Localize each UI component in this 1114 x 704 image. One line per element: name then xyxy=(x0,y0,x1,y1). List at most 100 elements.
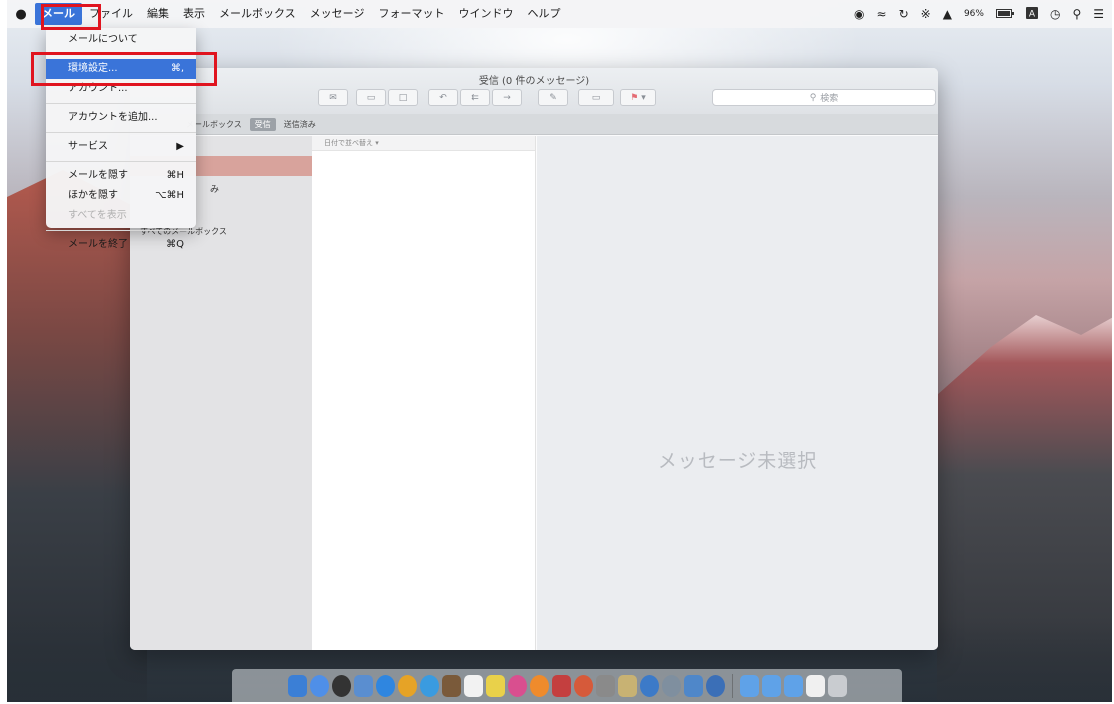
reply-button[interactable]: ↶ xyxy=(428,89,458,106)
sort-label: 日付で並べ替え xyxy=(324,139,373,147)
menu-window[interactable]: ウインドウ xyxy=(451,3,520,25)
mission-control-icon[interactable] xyxy=(353,674,373,697)
menu-message[interactable]: メッセージ xyxy=(303,3,372,25)
downloads-folder-icon[interactable] xyxy=(783,674,803,697)
menu-edit[interactable]: 編集 xyxy=(140,3,176,25)
move-button[interactable]: ▭ xyxy=(578,89,614,106)
calendar-icon[interactable] xyxy=(463,674,483,697)
itunes-icon[interactable] xyxy=(507,674,527,697)
dashboard-icon[interactable] xyxy=(331,674,351,697)
documents-folder-icon[interactable] xyxy=(761,674,781,697)
time-machine-icon[interactable]: ↻ xyxy=(899,7,909,21)
volume-icon[interactable]: ▲ xyxy=(943,7,952,21)
flag-button[interactable]: ⚑ ▾ xyxy=(620,89,656,106)
chevron-down-icon: ▾ xyxy=(641,92,646,103)
trash-icon[interactable] xyxy=(827,674,847,697)
reply-all-icon: ⇇ xyxy=(471,92,479,103)
menu-item-label: サービス xyxy=(68,141,108,152)
system-preferences-icon[interactable] xyxy=(661,674,681,697)
menu-item-quit-mail[interactable]: メールを終了 ⌘Q xyxy=(46,235,196,255)
menu-mailbox[interactable]: メールボックス xyxy=(212,3,303,25)
input-source-icon[interactable]: A xyxy=(1025,6,1038,22)
message-list[interactable]: 日付で並べ替え ▾ xyxy=(312,136,536,650)
preview-icon[interactable] xyxy=(683,674,703,697)
menu-item-label: ほかを隠す xyxy=(68,190,118,201)
menu-item-shortcut: ⌘Q xyxy=(166,239,184,250)
notification-center-icon[interactable]: ☰ xyxy=(1093,7,1104,21)
spotlight-icon[interactable]: ⚲ xyxy=(1072,7,1081,21)
no-message-selected: メッセージ未選択 xyxy=(657,450,818,472)
compose-icon: ✎ xyxy=(549,92,557,103)
menu-separator xyxy=(46,103,196,104)
firefox-icon[interactable] xyxy=(573,674,593,697)
trash-icon: ▭ xyxy=(366,92,376,103)
menu-separator xyxy=(46,132,196,133)
status-area: ◉ ≈ ↻ ※ ▲ 96% A ◷ ⚲ ☰ xyxy=(854,0,1104,28)
mail-window: 受信 (0 件のメッセージ) ✉ ▭ □ ↶ ⇇ → ✎ ▭ ⚑ ▾ ⚲ 検索 メ… xyxy=(130,68,938,650)
record-icon[interactable]: ◉ xyxy=(854,7,864,21)
menu-help[interactable]: ヘルプ xyxy=(520,3,567,25)
junk-icon: □ xyxy=(398,92,408,103)
time-machine-dock-icon[interactable] xyxy=(639,674,659,697)
menu-item-shortcut: ⌘H xyxy=(166,170,184,181)
chevron-down-icon: ▾ xyxy=(375,139,379,147)
notes-icon[interactable] xyxy=(485,674,505,697)
menu-item-hide-mail[interactable]: メールを隠す ⌘H xyxy=(46,166,196,186)
launchpad-icon[interactable] xyxy=(309,674,329,697)
menu-format[interactable]: フォーマット xyxy=(371,3,451,25)
compose-button[interactable]: ✎ xyxy=(538,89,568,106)
photo-booth-icon[interactable] xyxy=(551,674,571,697)
forward-icon: → xyxy=(503,92,511,103)
reply-all-button[interactable]: ⇇ xyxy=(460,89,490,106)
wifi-icon[interactable]: ≈ xyxy=(877,7,887,21)
document-icon[interactable] xyxy=(805,674,825,697)
dock-separator xyxy=(731,673,733,698)
chrome-icon[interactable] xyxy=(397,674,417,697)
utilities-icon[interactable] xyxy=(595,674,615,697)
mail-app-icon[interactable] xyxy=(705,674,725,697)
forward-button[interactable]: → xyxy=(492,89,522,106)
submenu-arrow-icon: ▶ xyxy=(176,141,184,152)
dock xyxy=(232,669,902,702)
window-title: 受信 (0 件のメッセージ) xyxy=(478,76,590,87)
menu-separator xyxy=(46,230,196,231)
clock-icon[interactable]: ◷ xyxy=(1050,7,1060,21)
flag-icon: ⚑ xyxy=(630,92,639,103)
bluetooth-icon[interactable]: ※ xyxy=(921,7,931,21)
script-editor-icon[interactable] xyxy=(617,674,637,697)
contacts-icon[interactable] xyxy=(441,674,461,697)
svg-text:A: A xyxy=(1029,9,1036,19)
battery-percent[interactable]: 96% xyxy=(964,9,984,19)
favorites-bar: メールボックス 受信 送信済み xyxy=(130,114,938,135)
menu-item-label: アカウントを追加... xyxy=(68,112,158,123)
menu-item-label: メールを終了 xyxy=(68,239,128,250)
junk-button[interactable]: □ xyxy=(388,89,418,106)
menu-view[interactable]: 表示 xyxy=(176,3,212,25)
menu-item-about-mail[interactable]: メールについて xyxy=(46,30,196,50)
get-mail-button[interactable]: ✉ xyxy=(318,89,348,106)
search-placeholder: 検索 xyxy=(820,94,839,104)
ibooks-icon[interactable] xyxy=(529,674,549,697)
menu-item-hide-others[interactable]: ほかを隠す ⌥⌘H xyxy=(46,186,196,206)
highlight-box-preferences xyxy=(31,52,217,86)
favorites-sent[interactable]: 送信済み xyxy=(284,119,316,130)
search-input[interactable]: ⚲ 検索 xyxy=(712,89,936,106)
delete-button[interactable]: ▭ xyxy=(356,89,386,106)
battery-icon[interactable] xyxy=(995,7,1014,21)
apple-icon[interactable]: ● xyxy=(7,7,35,22)
favorites-inbox[interactable]: 受信 xyxy=(249,117,276,131)
finder-icon[interactable] xyxy=(287,674,307,697)
menu-item-add-account[interactable]: アカウントを追加... xyxy=(46,108,196,128)
sort-header[interactable]: 日付で並べ替え ▾ xyxy=(312,136,535,151)
applications-folder-icon[interactable] xyxy=(739,674,759,697)
preview-pane: メッセージ未選択 xyxy=(537,136,938,650)
highlight-box-mail-menu xyxy=(41,4,101,30)
messages-icon[interactable] xyxy=(419,674,439,697)
menu-item-label: すべてを表示 xyxy=(68,210,127,221)
safari-icon[interactable] xyxy=(375,674,395,697)
menu-item-label: メールについて xyxy=(68,34,138,45)
menu-item-services[interactable]: サービス ▶ xyxy=(46,137,196,157)
menu-bar: ● メール ファイル 編集 表示 メールボックス メッセージ フォーマット ウイ… xyxy=(7,0,1112,28)
menu-separator xyxy=(46,161,196,162)
menu-item-show-all: すべてを表示 xyxy=(46,206,196,226)
